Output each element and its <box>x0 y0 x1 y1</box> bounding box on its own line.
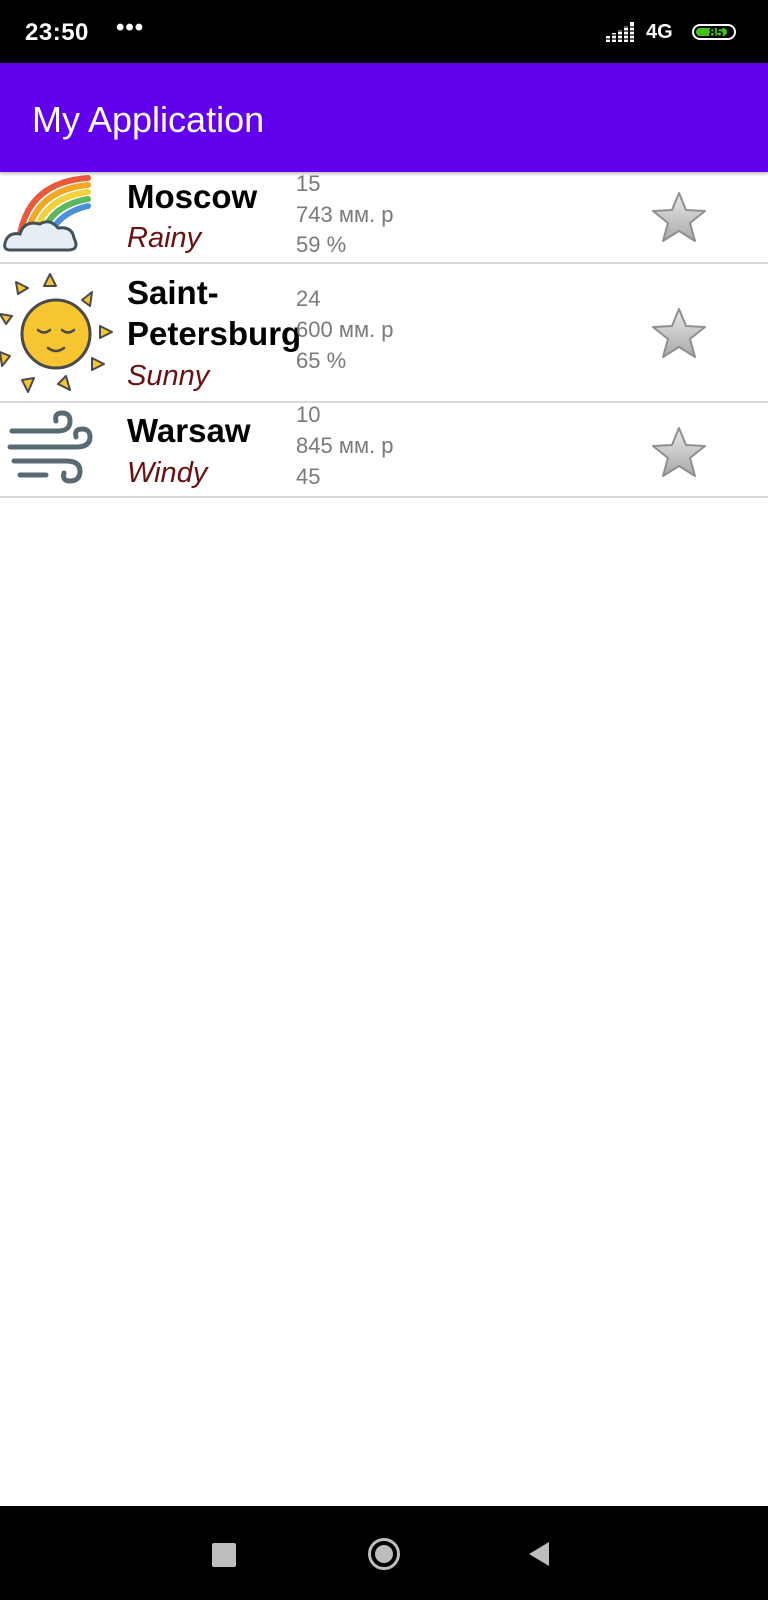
city-list: Moscow Rainy 15 743 мм. р 59 % Saint-Pet… <box>0 171 768 498</box>
star-icon[interactable] <box>651 426 707 478</box>
wind-icon <box>7 410 93 484</box>
city-name: Moscow <box>127 178 258 215</box>
temperature: 15 <box>296 171 321 196</box>
status-time: 23:50 <box>25 19 89 46</box>
rainbow-cloud-icon <box>3 175 91 252</box>
star-icon[interactable] <box>651 191 707 243</box>
weather-condition: Windy <box>127 457 208 489</box>
pressure: 600 мм. р <box>296 317 394 342</box>
app-title: My Application <box>32 99 265 140</box>
home-icon-dot <box>375 1545 393 1563</box>
city-name: Saint-Petersburg <box>127 274 302 352</box>
pressure: 845 мм. р <box>296 433 394 458</box>
list-item[interactable]: Warsaw Windy 10 845 мм. р 45 <box>0 402 768 498</box>
weather-condition: Rainy <box>127 222 202 254</box>
status-bar: 23:50 ••• 4G 85 <box>0 0 768 63</box>
humidity: 65 % <box>296 348 347 373</box>
battery-icon: 85 <box>692 24 736 40</box>
sun-icon <box>0 273 113 393</box>
notification-dots: ••• <box>116 14 145 41</box>
star-icon[interactable] <box>651 307 707 359</box>
pressure: 743 мм. р <box>296 202 394 227</box>
weather-condition: Sunny <box>127 360 210 392</box>
back-icon[interactable] <box>527 1541 551 1567</box>
humidity: 59 % <box>296 232 347 257</box>
temperature: 24 <box>296 286 321 311</box>
screen: 23:50 ••• 4G 85 My Application Moscow Ra… <box>0 0 768 1600</box>
temperature: 10 <box>296 402 321 427</box>
app-bar: My Application <box>0 63 768 172</box>
battery-percent: 85 <box>708 25 724 40</box>
humidity: 45 <box>296 464 321 489</box>
list-item[interactable]: Saint-Petersburg Sunny 24 600 мм. р 65 % <box>0 264 768 403</box>
home-icon[interactable] <box>368 1538 400 1570</box>
network-type: 4G <box>646 21 673 43</box>
city-name: Warsaw <box>127 412 251 449</box>
recents-icon[interactable] <box>212 1543 236 1567</box>
list-item[interactable]: Moscow Rainy 15 743 мм. р 59 % <box>0 171 768 264</box>
navigation-bar <box>0 1506 768 1600</box>
signal-icon <box>606 22 636 42</box>
